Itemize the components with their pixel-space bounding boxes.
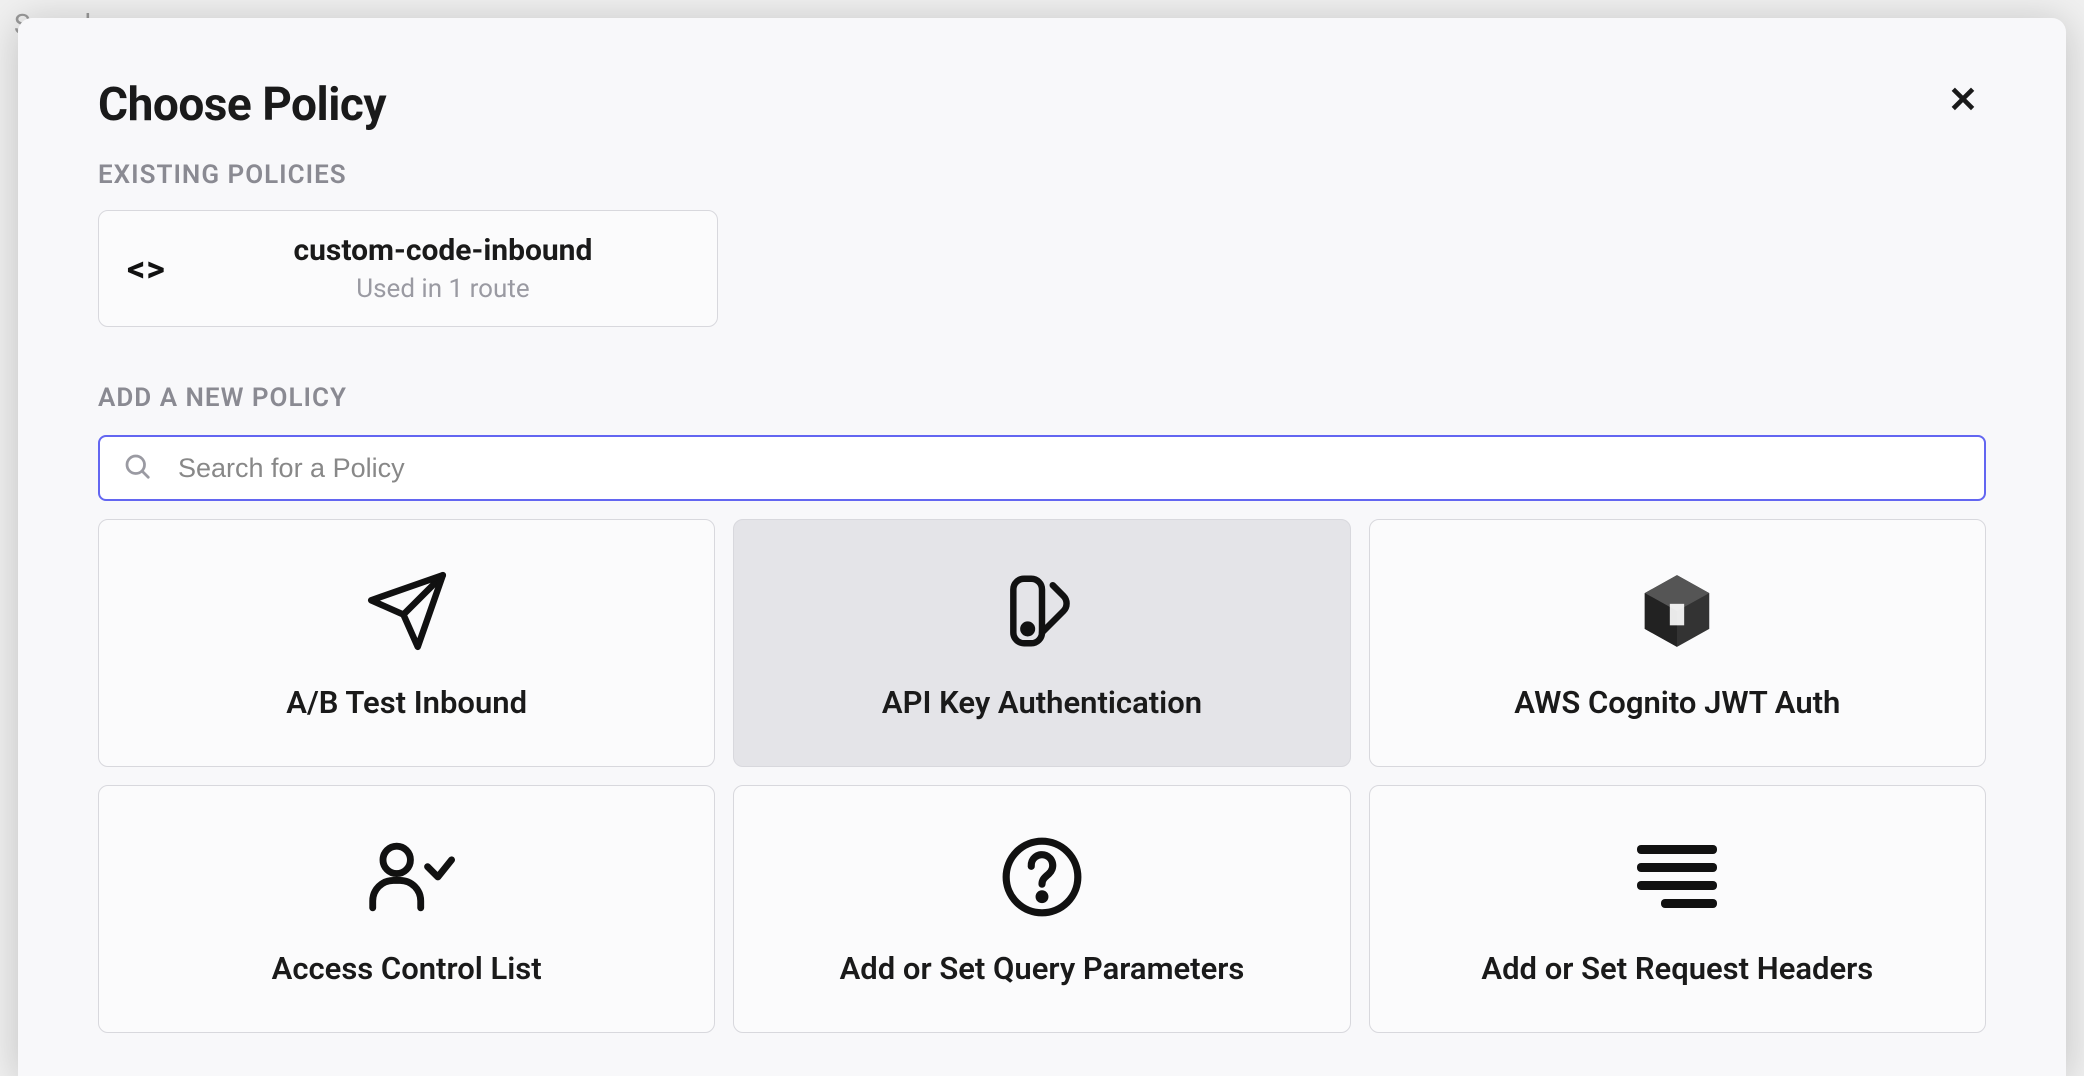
existing-policy-name: custom-code-inbound [209, 233, 677, 268]
policy-card-query-params[interactable]: Add or Set Query Parameters [733, 785, 1350, 1033]
policy-card-ab-test[interactable]: A/B Test Inbound [98, 519, 715, 767]
policy-card-aws-cognito[interactable]: AWS Cognito JWT Auth [1369, 519, 1986, 767]
add-new-policy-label: ADD A NEW POLICY [98, 383, 1986, 413]
existing-policy-subtext: Used in 1 route [209, 274, 677, 304]
modal-title: Choose Policy [98, 78, 386, 132]
existing-policies-label: EXISTING POLICIES [98, 160, 1986, 190]
code-icon: < > [127, 248, 161, 290]
user-check-icon [359, 832, 455, 922]
existing-policy-card[interactable]: < > custom-code-inbound Used in 1 route [98, 210, 718, 327]
close-icon: ✕ [1948, 79, 1978, 120]
existing-policy-text: custom-code-inbound Used in 1 route [209, 233, 677, 304]
modal-header: Choose Policy ✕ [98, 78, 1986, 132]
policy-grid: A/B Test Inbound API Key Authentication [98, 519, 1986, 1033]
policy-label: Access Control List [272, 950, 542, 987]
policy-card-request-headers[interactable]: Add or Set Request Headers [1369, 785, 1986, 1033]
close-button[interactable]: ✕ [1940, 78, 1986, 122]
cube-icon [1634, 566, 1720, 656]
policy-card-acl[interactable]: Access Control List [98, 785, 715, 1033]
lines-icon [1637, 832, 1717, 922]
policy-label: API Key Authentication [882, 684, 1202, 721]
policy-label: A/B Test Inbound [286, 684, 527, 721]
policy-label: Add or Set Request Headers [1481, 950, 1873, 987]
search-wrap [98, 435, 1986, 501]
swatch-icon [999, 566, 1085, 656]
send-icon [364, 566, 450, 656]
policy-card-api-key-auth[interactable]: API Key Authentication [733, 519, 1350, 767]
policy-search-input[interactable] [98, 435, 1986, 501]
choose-policy-modal: Choose Policy ✕ EXISTING POLICIES < > cu… [18, 18, 2066, 1076]
policy-label: AWS Cognito JWT Auth [1514, 684, 1840, 721]
policy-label: Add or Set Query Parameters [840, 950, 1245, 987]
question-icon [999, 832, 1085, 922]
